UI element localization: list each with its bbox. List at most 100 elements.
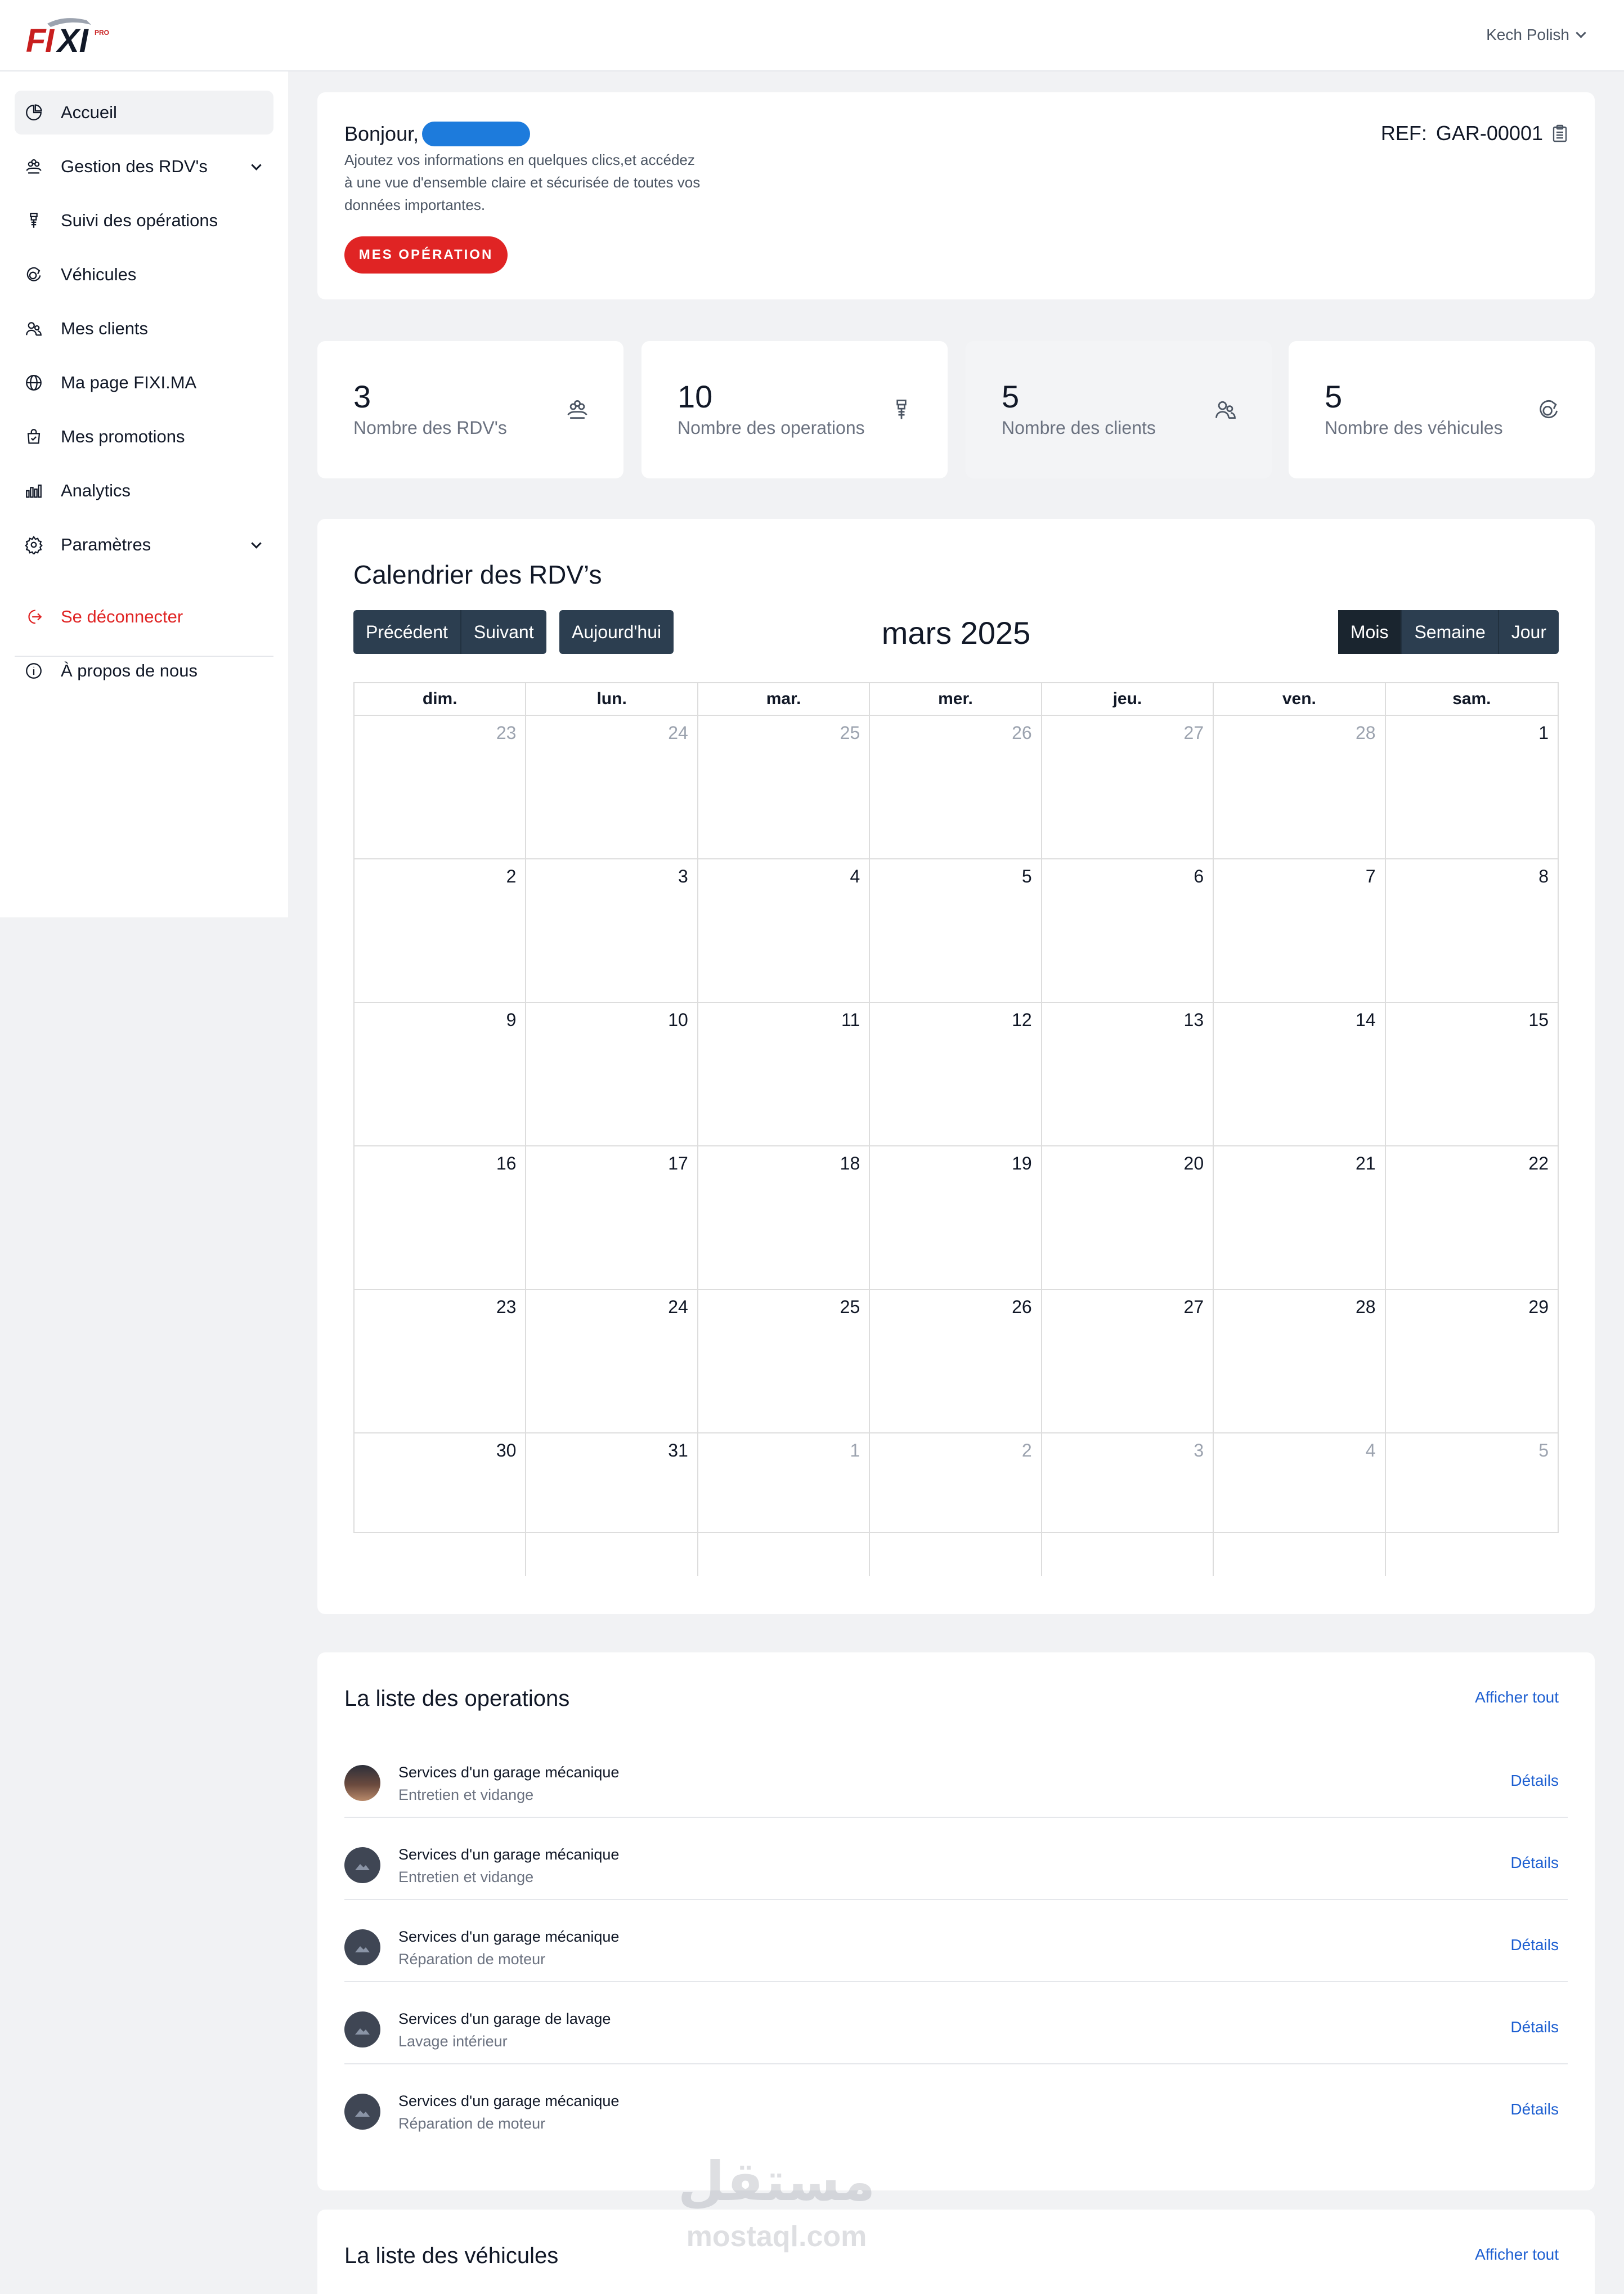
calendar-day-cell[interactable]: 16: [355, 1145, 527, 1289]
calendar-day-cell[interactable]: 26: [870, 715, 1042, 858]
calendar-day-cell[interactable]: 2: [355, 858, 527, 1002]
operations-icon: [896, 400, 907, 419]
sidebar-item-ma-page[interactable]: Ma page FIXI.MA: [15, 361, 273, 405]
calendar-day-cell[interactable]: 3: [526, 858, 698, 1002]
calendar-day-cell[interactable]: 20: [1042, 1145, 1214, 1289]
sidebar-item-about[interactable]: À propos de nous: [15, 649, 273, 693]
calendar-day-number: 6: [1194, 866, 1204, 886]
view-month-button[interactable]: Mois: [1338, 610, 1402, 654]
operations-show-all-link[interactable]: Afficher tout: [1475, 1688, 1559, 1706]
calendar-day-cell[interactable]: 23: [355, 715, 527, 858]
calendar-day-number: 3: [1194, 1440, 1204, 1460]
calendar-day-cell[interactable]: 3: [1042, 1432, 1214, 1576]
garage-reference: REF: GAR-00001: [1381, 122, 1568, 145]
redacted-name: [422, 122, 531, 146]
calendar-day-cell[interactable]: 25: [698, 1289, 871, 1432]
operation-title: Services d'un garage mécanique: [398, 1846, 620, 1863]
mes-operation-button[interactable]: MES OPÉRATION: [344, 236, 508, 274]
calendar-day-cell[interactable]: 23: [355, 1289, 527, 1432]
sidebar-item-accueil[interactable]: Accueil: [15, 91, 273, 135]
sidebar-item-vehicules[interactable]: Véhicules: [15, 253, 273, 297]
operation-details-link[interactable]: Détails: [1510, 1936, 1559, 1954]
welcome-description: Ajoutez vos informations en quelques cli…: [344, 151, 701, 213]
sidebar-item-analytics[interactable]: Analytics: [15, 469, 273, 513]
calendar-day-number: 23: [496, 1297, 517, 1317]
calendar-day-number: 22: [1528, 1153, 1549, 1173]
calendar-day-cell[interactable]: 6: [1042, 858, 1214, 1002]
calendar-day-cell[interactable]: 28: [1214, 715, 1386, 858]
operation-subtitle: Entretien et vidange: [398, 1786, 534, 1803]
calendar-day-number: 4: [1365, 1440, 1376, 1460]
operation-details-link[interactable]: Détails: [1510, 1854, 1559, 1872]
calendar-day-number: 24: [668, 723, 688, 743]
calendar-day-cell[interactable]: 2: [870, 1432, 1042, 1576]
stat-label: Nombre des RDV's: [353, 418, 507, 438]
calendar-day-number: 10: [668, 1010, 688, 1030]
calendar-day-cell[interactable]: 17: [526, 1145, 698, 1289]
sidebar-item-label: Accueil: [61, 102, 117, 122]
calendar-day-cell[interactable]: 15: [1385, 1002, 1558, 1145]
view-week-button[interactable]: Semaine: [1402, 610, 1499, 654]
calendar-day-cell[interactable]: 4: [1214, 1432, 1386, 1576]
calendar-day-number: 1: [1538, 723, 1549, 743]
copy-clipboard-icon[interactable]: [1552, 124, 1568, 142]
calendar-day-cell[interactable]: 29: [1385, 1289, 1558, 1432]
calendar-title: Calendrier des RDV’s: [353, 560, 602, 589]
calendar-day-cell[interactable]: 31: [526, 1432, 698, 1576]
calendar-day-cell[interactable]: 24: [526, 1289, 698, 1432]
operation-details-link[interactable]: Détails: [1510, 1772, 1559, 1790]
placeholder-image-icon: [344, 1847, 380, 1883]
calendar-day-cell[interactable]: 28: [1214, 1289, 1386, 1432]
calendar-day-cell[interactable]: 7: [1214, 858, 1386, 1002]
operation-details-link[interactable]: Détails: [1510, 2100, 1559, 2118]
operation-details-link[interactable]: Détails: [1510, 2018, 1559, 2036]
sidebar: Accueil Gestion des RDV's Suivi des opér…: [0, 71, 288, 917]
calendar-day-number: 13: [1183, 1010, 1204, 1030]
sidebar-item-parametres[interactable]: Paramètres: [15, 523, 273, 567]
fixi-logo[interactable]: F I XI PRO: [25, 12, 115, 60]
calendar-day-cell[interactable]: 26: [870, 1289, 1042, 1432]
calendar-day-cell[interactable]: 21: [1214, 1145, 1386, 1289]
svg-text:I: I: [45, 23, 55, 59]
stat-card-clients[interactable]: 5 Nombre des clients: [966, 341, 1272, 478]
sidebar-item-label: Véhicules: [61, 265, 137, 284]
calendar-day-number: 2: [506, 866, 517, 886]
view-day-button[interactable]: Jour: [1499, 610, 1559, 654]
stat-label: Nombre des clients: [1002, 418, 1156, 438]
calendar-day-cell[interactable]: 11: [698, 1002, 871, 1145]
sidebar-item-gestion-rdv[interactable]: Gestion des RDV's: [15, 145, 273, 189]
calendar-day-cell[interactable]: 27: [1042, 715, 1214, 858]
calendar-day-cell[interactable]: 12: [870, 1002, 1042, 1145]
calendar-day-cell[interactable]: 13: [1042, 1002, 1214, 1145]
sidebar-item-mes-promotions[interactable]: Mes promotions: [15, 415, 273, 459]
calendar-day-cell[interactable]: 22: [1385, 1145, 1558, 1289]
calendar-weekday-header: dim.: [355, 683, 527, 715]
calendar-day-cell[interactable]: 19: [870, 1145, 1042, 1289]
calendar-day-cell[interactable]: 27: [1042, 1289, 1214, 1432]
sidebar-item-label: Mes promotions: [61, 427, 185, 446]
logout-button[interactable]: Se déconnecter: [15, 595, 273, 639]
sidebar-item-suivi-operations[interactable]: Suivi des opérations: [15, 199, 273, 243]
calendar-day-cell[interactable]: 10: [526, 1002, 698, 1145]
vehicles-show-all-link[interactable]: Afficher tout: [1475, 2246, 1559, 2264]
calendar-day-cell[interactable]: 25: [698, 715, 871, 858]
stat-card-rdv[interactable]: 3 Nombre des RDV's: [317, 341, 623, 478]
stat-card-operations[interactable]: 10 Nombre des operations: [641, 341, 948, 478]
calendar-day-cell[interactable]: 14: [1214, 1002, 1386, 1145]
calendar-day-number: 30: [496, 1440, 517, 1460]
calendar-day-cell[interactable]: 1: [1385, 715, 1558, 858]
sidebar-item-mes-clients[interactable]: Mes clients: [15, 307, 273, 351]
calendar-day-number: 27: [1183, 1297, 1204, 1317]
calendar-day-cell[interactable]: 24: [526, 715, 698, 858]
calendar-day-cell[interactable]: 18: [698, 1145, 871, 1289]
stat-card-vehicules[interactable]: 5 Nombre des véhicules: [1289, 341, 1595, 478]
calendar-day-cell[interactable]: 30: [355, 1432, 527, 1576]
calendar-day-cell[interactable]: 5: [1385, 1432, 1558, 1576]
calendar-day-cell[interactable]: 9: [355, 1002, 527, 1145]
user-menu[interactable]: Kech Polish: [1486, 26, 1586, 44]
calendar-day-cell[interactable]: 4: [698, 858, 871, 1002]
calendar-view-switcher: Mois Semaine Jour: [1338, 610, 1559, 654]
calendar-day-cell[interactable]: 5: [870, 858, 1042, 1002]
calendar-day-cell[interactable]: 1: [698, 1432, 871, 1576]
calendar-day-cell[interactable]: 8: [1385, 858, 1558, 1002]
